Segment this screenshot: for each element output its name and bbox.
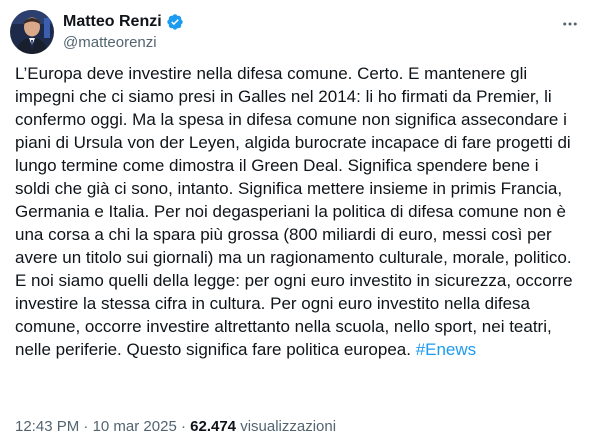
views-count: 62.474 <box>190 418 237 435</box>
avatar[interactable] <box>10 10 54 54</box>
tweet-meta: 12:43 PM · 10 mar 2025 · 62.474 visualiz… <box>15 417 336 437</box>
tweet-paragraph-2-text: E noi siamo quelli della legge: per ogni… <box>15 271 573 359</box>
meta-separator: · <box>180 418 186 435</box>
tweet-paragraph-1: L’Europa deve investire nella difesa com… <box>15 64 572 267</box>
tweet-date[interactable]: 10 mar 2025 <box>93 418 177 435</box>
verified-badge-icon <box>166 13 184 31</box>
hashtag-link[interactable]: #Enews <box>416 340 476 359</box>
more-horizontal-icon <box>563 22 577 26</box>
author-handle[interactable]: @matteorenzi <box>63 33 157 53</box>
tweet-paragraph-2: E noi siamo quelli della legge: per ogni… <box>15 269 575 361</box>
avatar-image <box>10 10 54 54</box>
views-label: visualizzazioni <box>240 418 337 435</box>
author-display-name[interactable]: Matteo Renzi <box>63 12 162 32</box>
tweet-text: L’Europa deve investire nella difesa com… <box>15 62 575 361</box>
more-options-button[interactable] <box>558 12 582 36</box>
meta-separator: · <box>83 418 89 435</box>
tweet-card: Matteo Renzi @matteorenzi L’Europa deve … <box>0 0 606 445</box>
author-name-row: Matteo Renzi <box>63 12 184 32</box>
tweet-time[interactable]: 12:43 PM <box>15 418 79 435</box>
